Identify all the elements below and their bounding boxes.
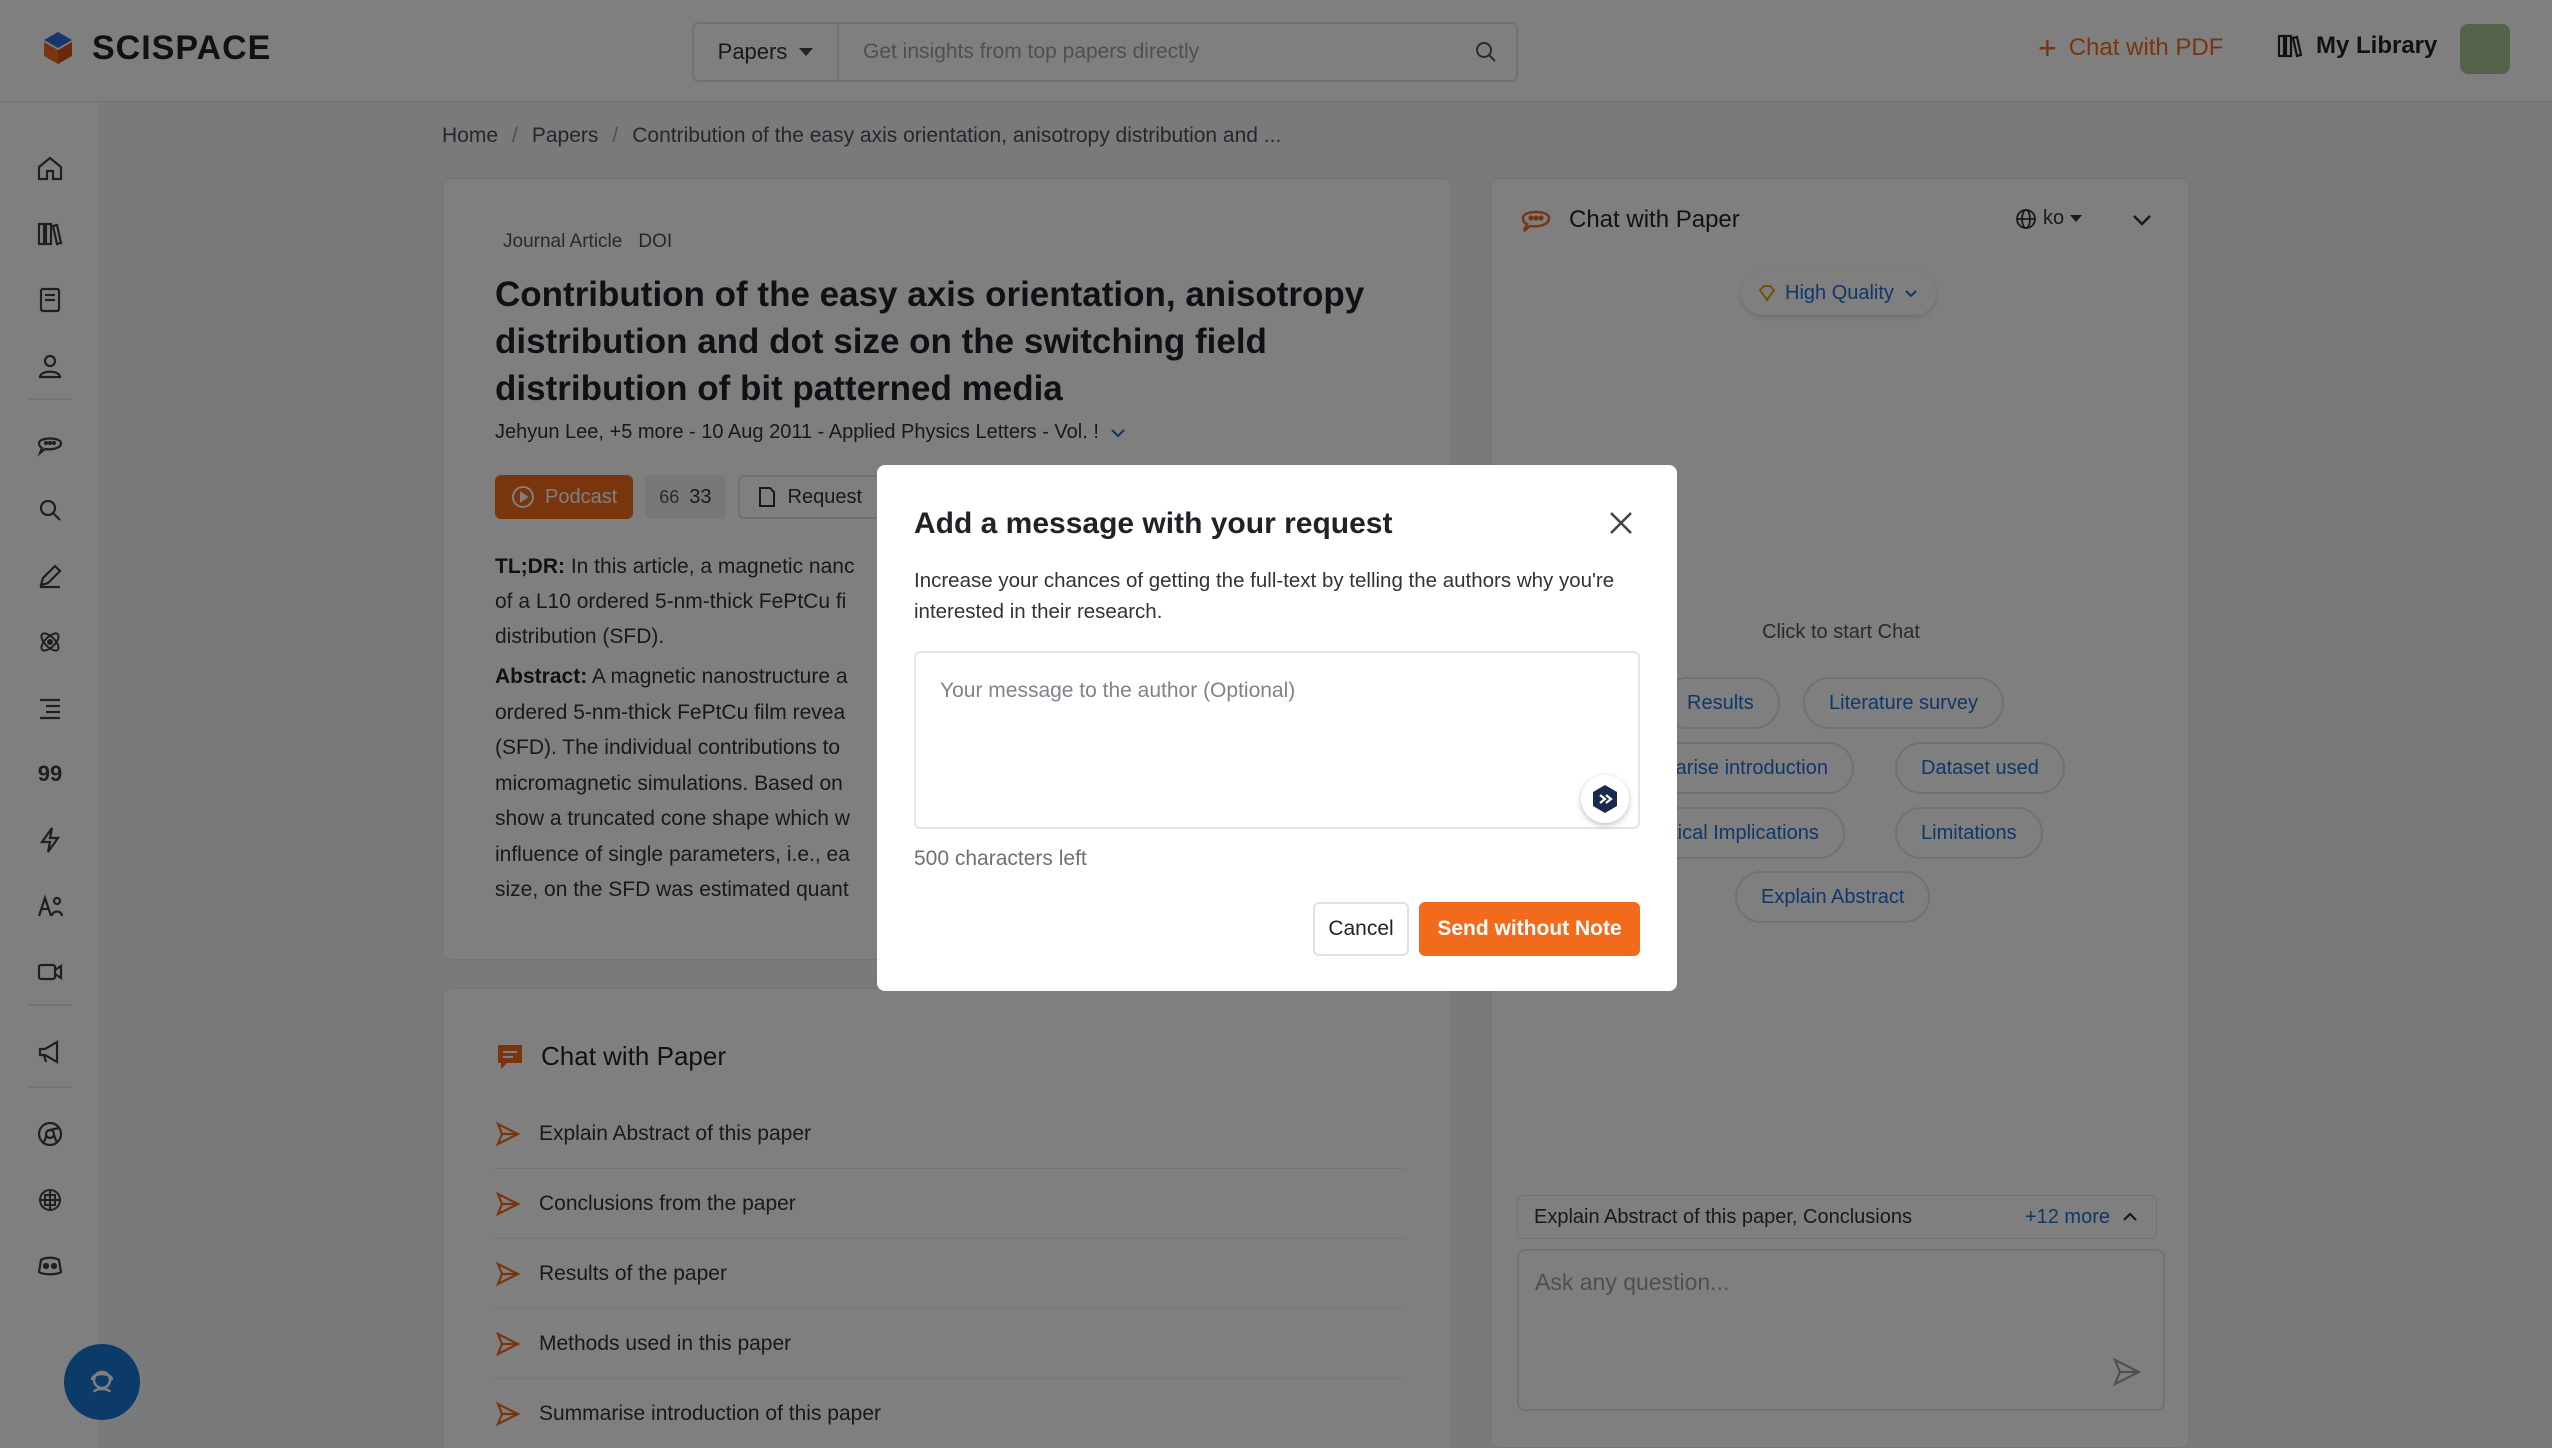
modal-title: Add a message with your request: [914, 507, 1393, 540]
author-message-input[interactable]: [916, 653, 1638, 827]
ai-assistant-icon: [1593, 785, 1617, 813]
cancel-button[interactable]: Cancel: [1313, 902, 1409, 956]
characters-left: 500 characters left: [914, 847, 1087, 870]
request-message-modal: Add a message with your request Increase…: [877, 465, 1677, 991]
message-box: [914, 651, 1640, 829]
modal-description: Increase your chances of getting the ful…: [914, 569, 1615, 623]
send-without-note-button[interactable]: Send without Note: [1419, 902, 1640, 956]
close-icon: [1610, 512, 1632, 534]
close-button[interactable]: [1601, 503, 1641, 543]
ai-writer-button[interactable]: [1581, 775, 1629, 823]
